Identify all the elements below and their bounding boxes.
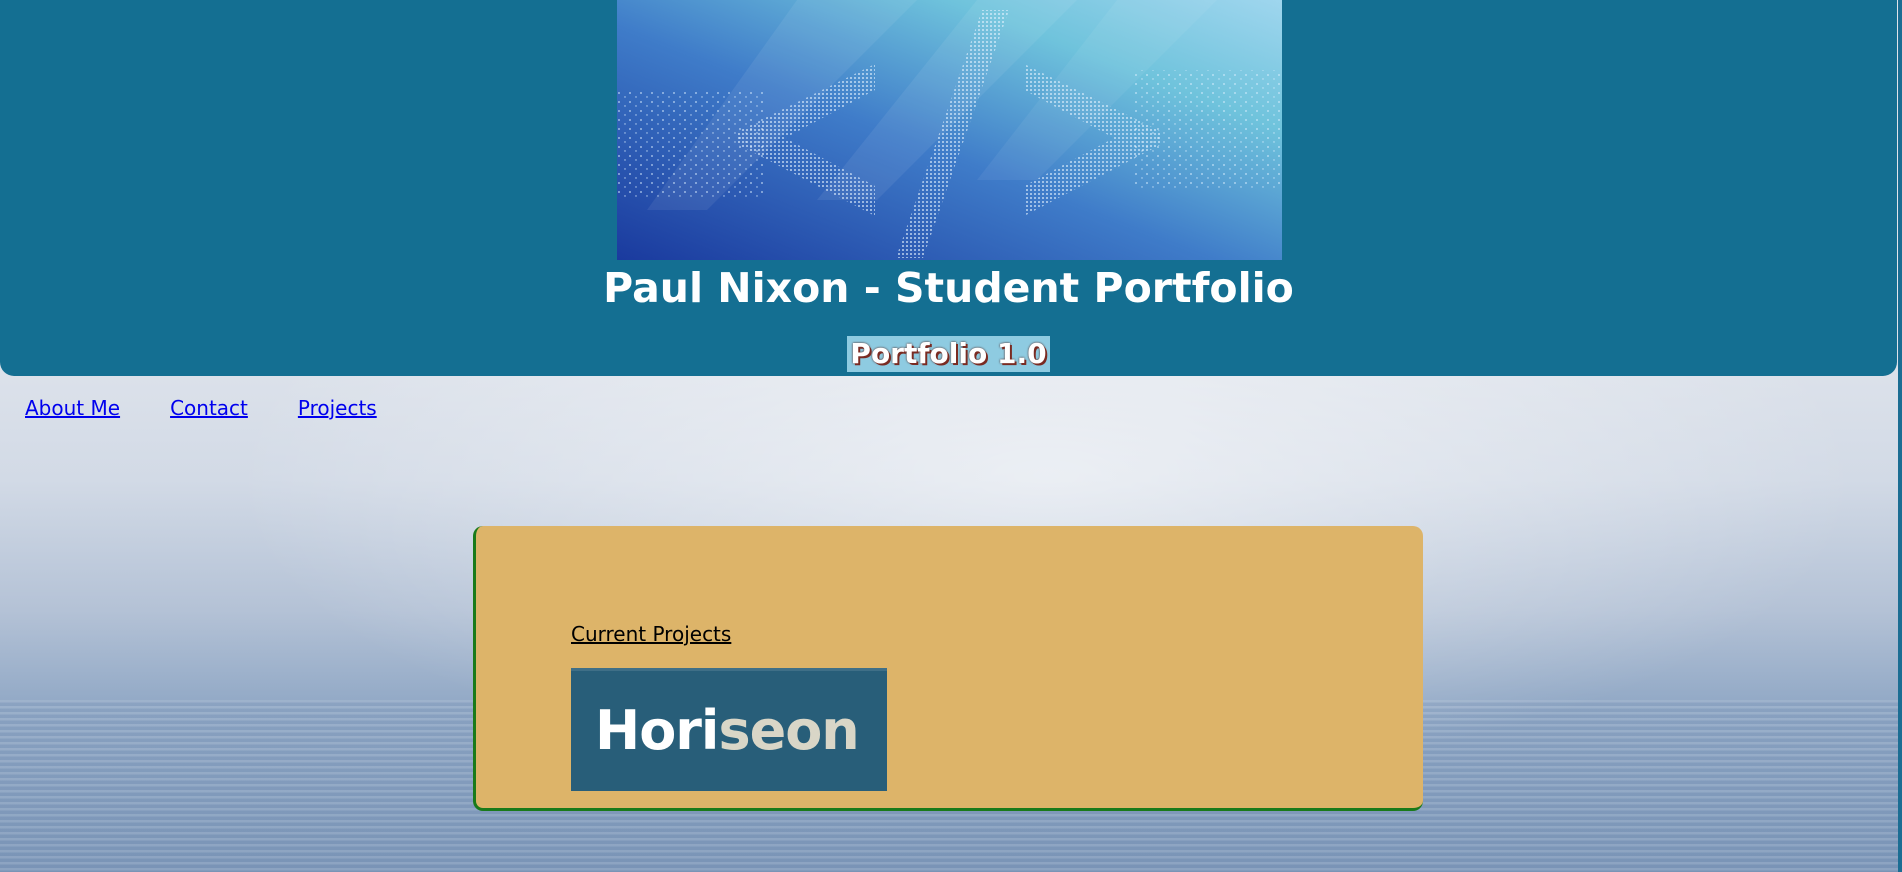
version-wrapper: Portfolio 1.0 (0, 336, 1897, 372)
horiseon-logo-part1: Hori (595, 699, 719, 762)
page-title: Paul Nixon - Student Portfolio (603, 264, 1294, 312)
hero-image (617, 0, 1282, 260)
nav-link-contact[interactable]: Contact (170, 394, 248, 422)
site-header: Paul Nixon - Student Portfolio Portfolio… (0, 0, 1897, 376)
project-horiseon-thumbnail[interactable]: Horiseon (571, 668, 887, 791)
nav-link-about-me[interactable]: About Me (25, 394, 120, 422)
version-label: Portfolio 1.0 (847, 336, 1050, 372)
current-projects-link[interactable]: Current Projects (571, 620, 731, 648)
scrollbar[interactable] (1898, 0, 1902, 872)
code-brackets-icon (617, 0, 1282, 260)
horiseon-logo: Horiseon (595, 699, 860, 763)
horiseon-logo-part2: seon (718, 699, 859, 762)
main-nav: About Me Contact Projects (25, 394, 377, 422)
nav-link-projects[interactable]: Projects (298, 394, 377, 422)
